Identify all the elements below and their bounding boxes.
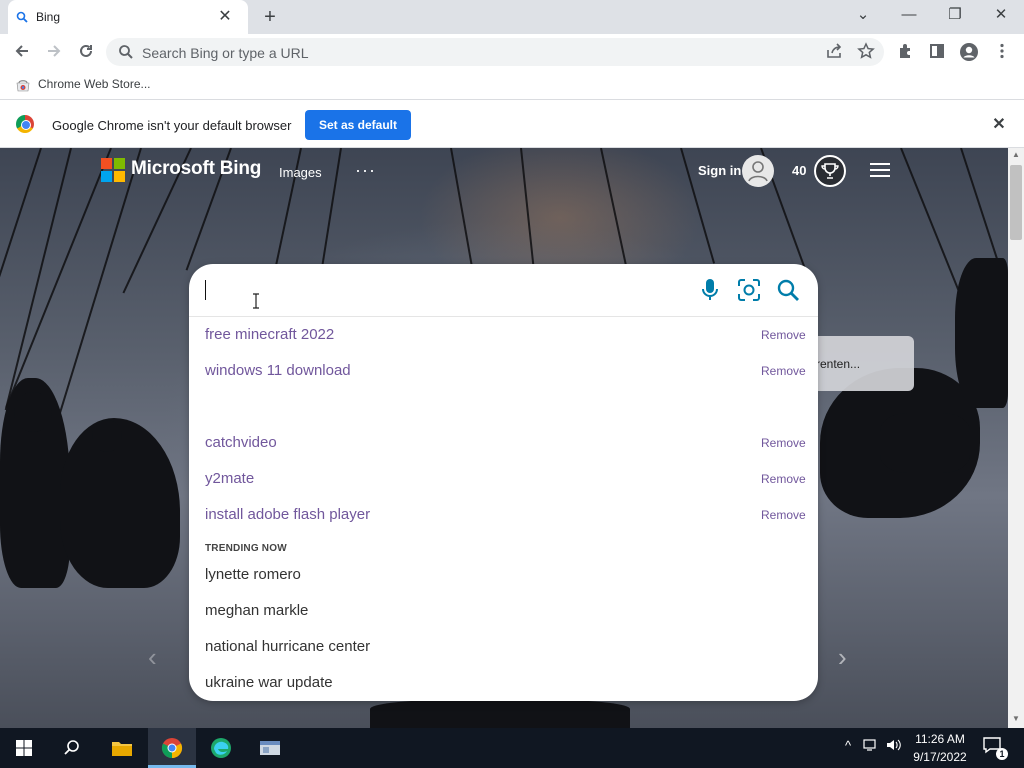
profile-icon[interactable] (958, 42, 980, 64)
remove-history-button[interactable]: Remove (761, 508, 806, 522)
restore-button[interactable]: ❐ (932, 0, 978, 30)
minimize-button[interactable]: — (886, 0, 932, 30)
menu-dots-icon[interactable] (991, 42, 1013, 64)
user-avatar-icon[interactable] (742, 155, 774, 187)
chevron-up-icon[interactable]: ^ (838, 738, 858, 753)
scroll-down-icon[interactable]: ▼ (1008, 714, 1024, 726)
scroll-up-icon[interactable]: ▲ (1008, 150, 1024, 162)
reload-icon[interactable] (75, 42, 97, 64)
search-icon (118, 44, 134, 60)
share-icon[interactable] (823, 42, 845, 64)
background-info-card-text: renten... (816, 357, 861, 371)
remove-history-button[interactable]: Remove (761, 436, 806, 450)
network-icon[interactable] (861, 738, 881, 755)
microphone-icon[interactable] (700, 278, 720, 302)
bookmarks-bar (0, 70, 1024, 100)
history-suggestion[interactable]: windows 11 download (205, 362, 351, 379)
bookmark-chrome-web-store[interactable]: Chrome Web Store... (38, 77, 151, 91)
volume-icon[interactable] (884, 738, 904, 755)
address-bar-placeholder: Search Bing or type a URL (142, 45, 309, 61)
app-window-icon[interactable] (246, 728, 294, 768)
sign-in-link[interactable]: Sign in (698, 163, 741, 178)
scrollbar-thumb[interactable] (1010, 165, 1022, 240)
notification-count-badge: 1 (996, 748, 1008, 760)
chrome-icon[interactable] (148, 728, 196, 768)
rewards-points[interactable]: 40 (792, 163, 806, 178)
microsoft-logo-icon[interactable] (101, 158, 125, 182)
search-icon[interactable] (48, 728, 96, 768)
tab-title: Bing (36, 10, 61, 24)
file-explorer-icon[interactable] (98, 728, 146, 768)
remove-history-button[interactable]: Remove (761, 472, 806, 486)
search-divider (189, 316, 818, 317)
close-window-button[interactable]: ✕ (978, 0, 1024, 30)
rewards-trophy-icon[interactable] (814, 155, 846, 187)
history-suggestion[interactable]: catchvideo (205, 434, 277, 451)
edge-icon[interactable] (197, 728, 245, 768)
trending-suggestion[interactable]: national hurricane center (205, 638, 370, 655)
trending-suggestion[interactable]: ukraine war update (205, 674, 333, 691)
set-as-default-button[interactable]: Set as default (305, 110, 411, 140)
extensions-icon[interactable] (895, 42, 917, 64)
chevron-left-icon[interactable]: ‹ (148, 642, 157, 673)
history-suggestion[interactable]: install adobe flash player (205, 506, 370, 523)
history-suggestion[interactable]: free minecraft 2022 (205, 326, 334, 343)
trending-heading: TRENDING NOW (205, 543, 287, 554)
nav-more-button[interactable]: ··· (355, 160, 376, 181)
clock-date[interactable]: 9/17/2022 (908, 750, 972, 764)
close-infobar-icon[interactable]: ✕ (990, 116, 1008, 134)
remove-history-button[interactable]: Remove (761, 328, 806, 342)
hamburger-menu-icon[interactable] (868, 160, 892, 180)
side-panel-icon[interactable] (926, 42, 948, 64)
search-submit-icon[interactable] (776, 278, 800, 302)
text-caret (205, 280, 206, 300)
star-icon[interactable] (855, 42, 877, 64)
visual-search-icon[interactable] (737, 278, 761, 302)
infobar-message: Google Chrome isn't your default browser (52, 118, 292, 133)
chevron-right-icon[interactable]: › (838, 642, 847, 673)
clock-time[interactable]: 11:26 AM (910, 732, 970, 746)
chrome-logo-icon (16, 115, 34, 133)
search-icon (16, 11, 28, 23)
tab-search-icon[interactable]: ⌄ (840, 0, 886, 30)
new-tab-button[interactable]: + (258, 6, 282, 28)
ibeam-cursor-icon (251, 293, 261, 309)
back-arrow-icon[interactable] (11, 42, 33, 64)
nav-images-link[interactable]: Images (279, 165, 322, 180)
windows-start-icon[interactable] (0, 728, 48, 768)
chrome-web-store-icon (15, 77, 31, 93)
trending-suggestion[interactable]: lynette romero (205, 566, 301, 583)
history-suggestion[interactable]: y2mate (205, 470, 254, 487)
trending-suggestion[interactable]: meghan markle (205, 602, 308, 619)
close-tab-icon[interactable]: ✕ (216, 8, 234, 26)
remove-history-button[interactable]: Remove (761, 364, 806, 378)
bing-logo-text[interactable]: Microsoft Bing (131, 158, 261, 180)
forward-arrow-icon[interactable] (43, 42, 65, 64)
